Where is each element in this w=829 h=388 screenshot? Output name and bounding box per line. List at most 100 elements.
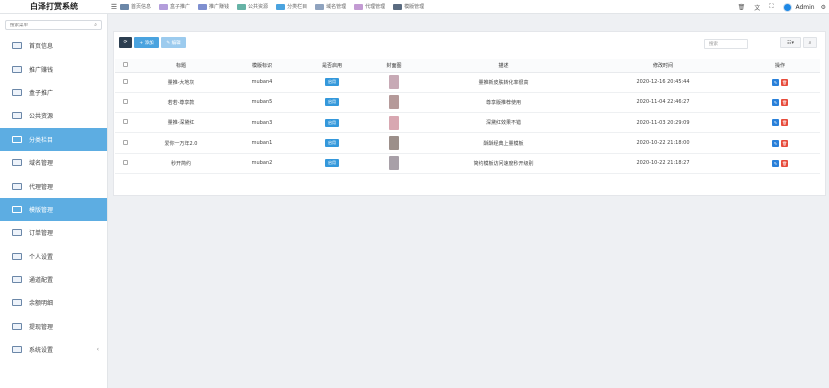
- status-badge[interactable]: 启用: [325, 139, 339, 148]
- row-status-cell: 启用: [297, 153, 367, 174]
- table-row[interactable]: 量推-大地灰 muban4 启用 量推新皮肤转化率很高 2020-12-16 20:45…: [115, 72, 820, 93]
- topnav-label: 代理管理: [365, 4, 386, 10]
- topnav-item[interactable]: 域名管理: [315, 3, 346, 10]
- row-checkbox[interactable]: [122, 98, 128, 104]
- cover-thumbnail[interactable]: [389, 115, 399, 130]
- header-cover: 封面图: [367, 59, 421, 73]
- row-checkbox[interactable]: [122, 159, 128, 165]
- sidebar-item-label: 通道配置: [29, 277, 54, 285]
- row-checkbox[interactable]: [122, 119, 128, 125]
- topnav-item[interactable]: 代理管理: [354, 3, 385, 10]
- refresh-button[interactable]: ⟳: [119, 37, 132, 48]
- table-row[interactable]: 秒开简约 muban2 启用 简约模板访问速度秒开级别 2020-10-22 21:18…: [115, 153, 820, 174]
- sidebar-item-label: 盒子推广: [29, 89, 54, 97]
- cover-thumbnail[interactable]: [389, 75, 399, 90]
- sidebar-item[interactable]: 公共资源: [0, 104, 107, 127]
- avatar[interactable]: [783, 2, 793, 12]
- settings-icon[interactable]: ⚙: [821, 4, 826, 11]
- row-checkbox-cell: [115, 112, 135, 134]
- table-row[interactable]: 爱你一万年2.0 muban1 启用 酥酥经典上量模板 2020-10-22 21:18…: [115, 132, 820, 154]
- status-badge[interactable]: 启用: [325, 118, 339, 127]
- topnav-item[interactable]: 首页信息: [120, 3, 151, 10]
- search-box[interactable]: ⌕: [5, 20, 102, 30]
- sidebar-items: 首页信息推广赚钱盒子推广公共资源分类栏目域名管理代理管理模版管理订单管理个人设置…: [0, 34, 107, 361]
- row-checkbox-cell: [115, 72, 135, 93]
- columns-toggle-button[interactable]: ☷▾: [780, 37, 801, 48]
- fullscreen-icon[interactable]: ⛶: [769, 3, 773, 11]
- row-checkbox-cell: [115, 153, 135, 174]
- delete-icon[interactable]: 🗑: [781, 78, 788, 86]
- cover-thumbnail[interactable]: [389, 156, 399, 171]
- row-status-cell: 启用: [297, 132, 367, 154]
- search-input[interactable]: [10, 22, 80, 28]
- edit-icon[interactable]: ✎: [772, 78, 779, 86]
- sidebar-item-label: 代理管理: [29, 183, 54, 191]
- sidebar-item[interactable]: 余额明细: [0, 291, 107, 314]
- edit-icon[interactable]: ✎: [772, 119, 779, 127]
- sidebar-item[interactable]: 代理管理: [0, 174, 107, 197]
- sidebar-item-label: 公共资源: [29, 113, 54, 121]
- table-search-input[interactable]: 搜索: [704, 39, 748, 49]
- sidebar-item[interactable]: 提现管理: [0, 315, 107, 338]
- sidebar-item[interactable]: 个人设置: [0, 245, 107, 268]
- sidebar-item-icon: [12, 346, 22, 354]
- trash-icon[interactable]: 🗑: [738, 4, 746, 11]
- search-icon[interactable]: ⌕: [94, 22, 97, 28]
- table-row[interactable]: 若若-尊享款 muban5 启用 尊享版推荐使用 2020-11-04 22:46:27…: [115, 92, 820, 114]
- topnav-item[interactable]: 模版管理: [393, 3, 424, 10]
- table-header-row: 标题 模版标识 是否启用 封面图 描述 修改时间 操作: [115, 59, 820, 73]
- top-nav: 首页信息 盒子推广 推广赚钱 公共资源 分类栏目 域名管理 代理管理 模版管理: [120, 0, 432, 14]
- delete-icon[interactable]: 🗑: [781, 159, 788, 167]
- menu-toggle-icon[interactable]: ☰: [108, 3, 120, 11]
- language-icon[interactable]: 文: [754, 3, 760, 12]
- status-badge[interactable]: 启用: [325, 78, 339, 87]
- sidebar-item[interactable]: 分类栏目: [0, 127, 107, 151]
- sidebar-item[interactable]: 模版管理: [0, 197, 107, 222]
- delete-icon[interactable]: 🗑: [781, 139, 788, 147]
- sidebar-item-icon: [12, 322, 22, 330]
- sidebar-item[interactable]: 盒子推广: [0, 81, 107, 104]
- delete-icon[interactable]: 🗑: [781, 98, 788, 106]
- topnav-item[interactable]: 分类栏目: [276, 3, 307, 10]
- delete-icon[interactable]: 🗑: [781, 119, 788, 127]
- header-status: 是否启用: [297, 59, 367, 73]
- edit-icon[interactable]: ✎: [772, 98, 779, 106]
- row-checkbox[interactable]: [122, 139, 128, 145]
- sidebar-item-icon: [12, 252, 22, 260]
- topnav-item[interactable]: 公共资源: [237, 3, 268, 10]
- sidebar-item[interactable]: 域名管理: [0, 151, 107, 174]
- admin-name[interactable]: Admin: [795, 4, 814, 11]
- row-status-cell: 启用: [297, 72, 367, 93]
- table-search-button[interactable]: ⌕: [803, 37, 817, 48]
- edit-icon[interactable]: ✎: [772, 139, 779, 147]
- add-button[interactable]: + 添加: [134, 37, 159, 48]
- sidebar-item-label: 余额明细: [29, 300, 54, 308]
- edit-button[interactable]: ✎ 编辑: [161, 37, 186, 48]
- topnav-label: 盒子推广: [170, 4, 191, 10]
- topnav-item[interactable]: 盒子推广: [159, 3, 190, 10]
- table-row[interactable]: 量推-深黛红 muban3 启用 深黛红效果不错 2020-11-03 20:29:09…: [115, 112, 820, 134]
- cover-thumbnail[interactable]: [389, 95, 399, 110]
- sidebar-item-label: 订单管理: [29, 230, 54, 238]
- row-title: 量推-深黛红: [135, 112, 227, 134]
- select-all-checkbox[interactable]: [122, 61, 128, 67]
- row-checkbox-cell: [115, 92, 135, 114]
- status-badge[interactable]: 启用: [325, 98, 339, 107]
- sidebar-item-label: 推广赚钱: [29, 66, 54, 74]
- sidebar: ⌕ 首页信息推广赚钱盒子推广公共资源分类栏目域名管理代理管理模版管理订单管理个人…: [0, 14, 108, 388]
- sidebar-item[interactable]: 首页信息: [0, 34, 107, 57]
- sidebar-item[interactable]: 订单管理: [0, 221, 107, 244]
- sidebar-item[interactable]: 系统设置 ‹: [0, 338, 107, 361]
- edit-icon[interactable]: ✎: [772, 159, 779, 167]
- row-modified-time: 2020-11-04 22:46:27: [586, 92, 740, 114]
- header-template-id: 模版标识: [227, 59, 297, 73]
- row-checkbox[interactable]: [122, 78, 128, 84]
- row-actions: ✎ 🗑: [740, 153, 820, 174]
- sidebar-item-label: 域名管理: [29, 160, 54, 168]
- cover-thumbnail[interactable]: [389, 136, 399, 151]
- sidebar-item[interactable]: 推广赚钱: [0, 57, 107, 80]
- sidebar-item[interactable]: 通道配置: [0, 268, 107, 291]
- app-title: 白泽打赏系统: [30, 2, 78, 11]
- topnav-item[interactable]: 推广赚钱: [198, 3, 229, 10]
- status-badge[interactable]: 启用: [325, 159, 339, 168]
